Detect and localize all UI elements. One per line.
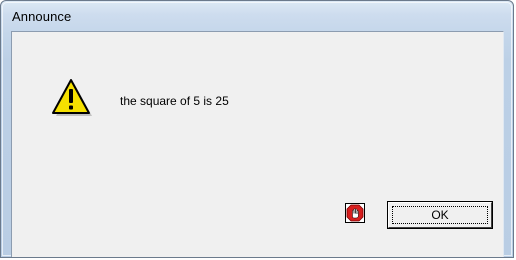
dialog-message: the square of 5 is 25 [120,94,229,108]
announce-dialog-window: Announce the square of 5 is 25 OK [0,0,514,258]
window-title: Announce [12,9,72,24]
ok-button[interactable]: OK [387,201,493,229]
title-bar[interactable]: Announce [1,1,513,31]
ok-button-label: OK [431,208,449,222]
stop-hand-icon [345,203,365,223]
warning-icon [52,79,92,116]
dialog-client-area: the square of 5 is 25 OK [11,31,504,257]
